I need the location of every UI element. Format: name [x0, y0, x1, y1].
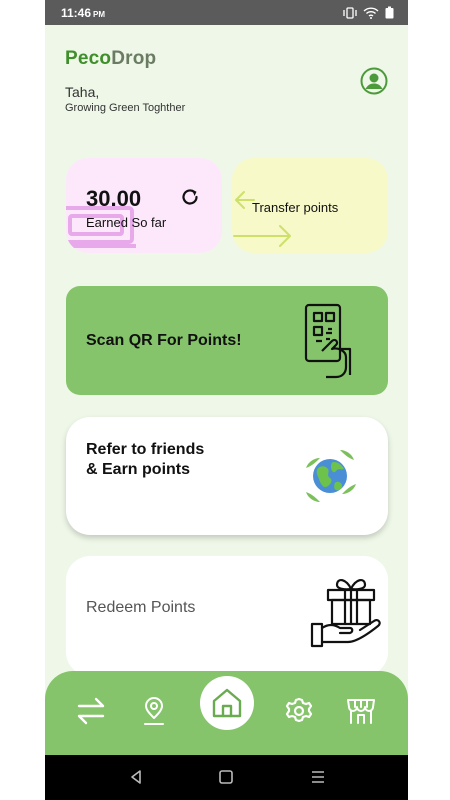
refer-friends-label: Refer to friends & Earn points: [86, 441, 205, 478]
home-button-icon[interactable]: [217, 768, 235, 786]
nav-settings[interactable]: [281, 693, 317, 729]
store-icon: [347, 699, 375, 724]
refresh-icon[interactable]: [179, 186, 201, 208]
profile-icon[interactable]: [360, 67, 388, 95]
gift-hand-icon: [310, 579, 381, 648]
vibrate-icon: [343, 6, 357, 19]
scan-qr-card[interactable]: Scan QR For Points!: [66, 286, 388, 395]
greeting-name: Taha,: [65, 84, 100, 100]
scan-qr-label: Scan QR For Points!: [86, 332, 242, 349]
settings-icon: [285, 697, 313, 723]
transfer-arrows-icon: [233, 191, 291, 247]
transfer-icon: [77, 697, 105, 725]
transfer-points-label: Transfer points: [252, 200, 339, 215]
app-screen: 11:46 PM PecoDrop Taha, Growing Green Tog…: [45, 0, 408, 800]
home-icon: [212, 688, 242, 718]
redeem-points-label: Redeem Points: [86, 599, 196, 616]
location-icon: [144, 697, 164, 725]
wifi-icon: [363, 6, 379, 19]
refer-friends-card[interactable]: Refer to friends & Earn points: [66, 417, 388, 535]
earned-points-value: 30.00: [86, 186, 142, 211]
transfer-points-card[interactable]: Transfer points: [232, 158, 388, 253]
recents-icon[interactable]: [309, 768, 327, 786]
earned-points-label: Earned So far: [86, 215, 167, 230]
status-time: 11:46 PM: [61, 5, 106, 20]
battery-icon: [385, 6, 394, 19]
earned-points-card[interactable]: 30.00 Earned So far: [66, 158, 222, 253]
status-bar: 11:46 PM: [45, 0, 408, 25]
app-brand: PecoDrop: [65, 48, 157, 69]
back-icon[interactable]: [127, 768, 145, 786]
nav-home[interactable]: [200, 676, 254, 730]
eco-globe-icon: [306, 450, 356, 502]
scan-phone-icon: [304, 303, 352, 379]
nav-store[interactable]: [343, 693, 379, 729]
system-nav-bar: [45, 755, 408, 800]
greeting-subtitle: Growing Green Toghther: [65, 102, 186, 114]
status-icons: [343, 6, 394, 19]
nav-location[interactable]: [136, 693, 172, 729]
redeem-points-card[interactable]: Redeem Points: [66, 556, 388, 676]
nav-transfer[interactable]: [73, 693, 109, 729]
bottom-nav-bar: [45, 671, 408, 755]
